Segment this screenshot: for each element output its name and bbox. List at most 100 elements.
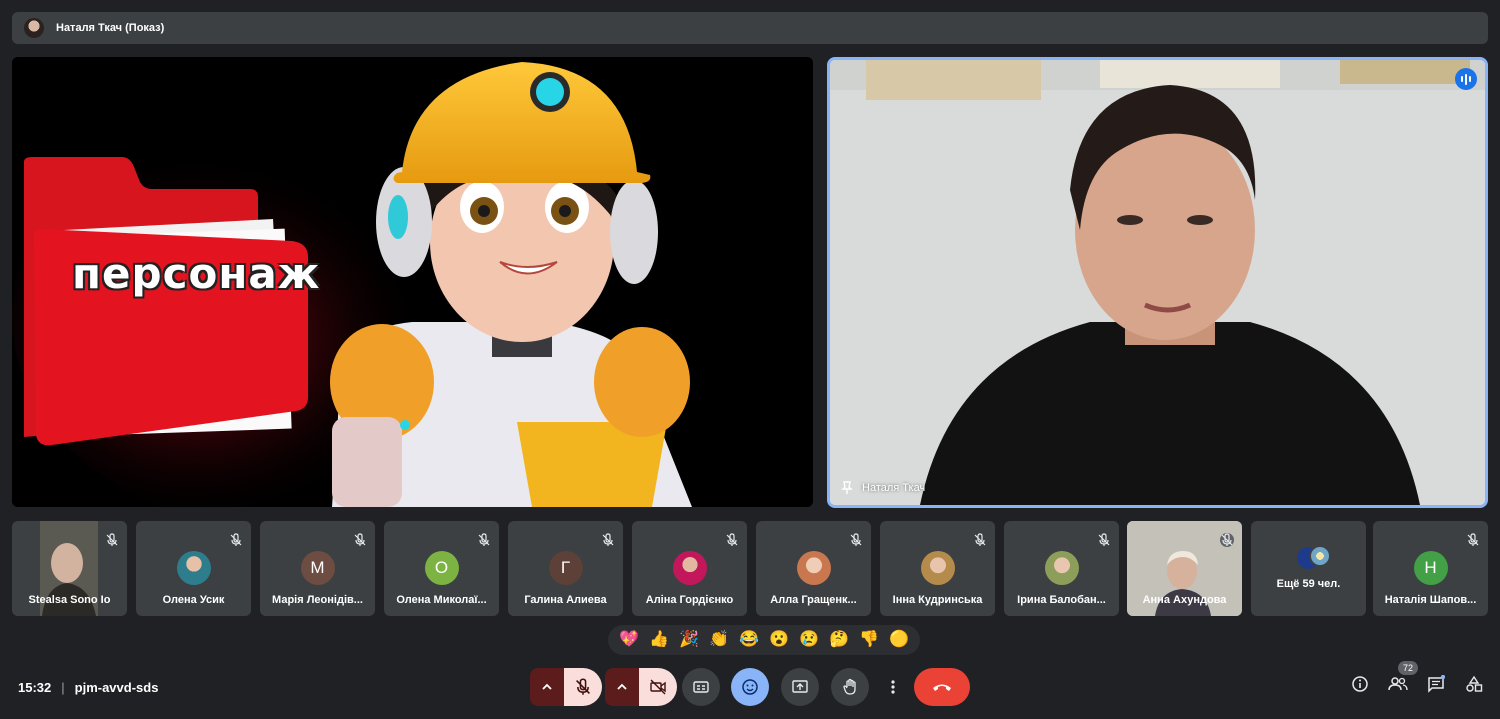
mic-off-icon bbox=[974, 533, 986, 546]
speaker-video bbox=[830, 60, 1485, 505]
participant-tile[interactable]: Н Наталія Шапов... bbox=[1373, 521, 1488, 616]
participant-avatar bbox=[672, 551, 707, 585]
chevron-up-icon bbox=[617, 683, 627, 690]
emoji-button[interactable] bbox=[731, 668, 769, 706]
speaker-name-row: Наталя Ткач bbox=[840, 481, 925, 495]
side-panel-buttons bbox=[1350, 674, 1484, 694]
raise-hand-button[interactable] bbox=[831, 668, 869, 706]
present-button[interactable] bbox=[781, 668, 819, 706]
camera-options-button[interactable] bbox=[605, 668, 639, 706]
participant-tile[interactable]: Ірина Балобан... bbox=[1004, 521, 1119, 616]
participant-name: Алла Гращенк... bbox=[770, 594, 857, 606]
mic-off-icon bbox=[106, 533, 118, 546]
camera-control-group bbox=[605, 668, 677, 706]
activities-icon bbox=[1466, 675, 1483, 692]
presentation-slide[interactable]: персонаж bbox=[12, 57, 813, 507]
participant-avatar: О bbox=[424, 551, 459, 585]
participant-avatar bbox=[176, 551, 211, 585]
participant-name: Ірина Балобан... bbox=[1017, 594, 1106, 606]
mic-off-icon bbox=[850, 533, 862, 546]
presenter-avatar bbox=[24, 18, 44, 38]
mic-options-button[interactable] bbox=[530, 668, 564, 706]
mic-off-icon bbox=[1467, 533, 1479, 546]
meeting-info: 15:32 | pjm-avvd-sds bbox=[18, 680, 158, 695]
people-icon bbox=[1388, 677, 1408, 691]
meeting-details-button[interactable] bbox=[1350, 674, 1370, 694]
participant-name: Наталія Шапов... bbox=[1384, 594, 1477, 606]
participant-tile[interactable]: Олена Усик bbox=[136, 521, 251, 616]
participant-avatar bbox=[920, 551, 955, 585]
participant-name: Марія Леонідів... bbox=[272, 594, 363, 606]
mic-toggle-button[interactable] bbox=[564, 668, 602, 706]
chat-icon bbox=[1428, 675, 1445, 693]
speaker-video-tile[interactable]: Наталя Ткач bbox=[827, 57, 1488, 508]
reaction-heart[interactable]: 💖 bbox=[619, 632, 639, 648]
emoji-icon bbox=[742, 679, 758, 695]
more-avatar-2 bbox=[1309, 545, 1331, 567]
speaking-indicator-icon bbox=[1455, 68, 1477, 90]
meeting-code[interactable]: pjm-avvd-sds bbox=[75, 680, 159, 695]
reaction-thumbs-down[interactable]: 👎 bbox=[859, 632, 879, 648]
pin-icon[interactable] bbox=[840, 481, 854, 495]
participant-tile[interactable]: О Олена Миколаї... bbox=[384, 521, 499, 616]
mic-control-group bbox=[530, 668, 602, 706]
reaction-thinking[interactable]: 🤔 bbox=[829, 632, 849, 648]
reaction-laugh[interactable]: 😂 bbox=[739, 632, 759, 648]
chevron-up-icon bbox=[542, 683, 552, 690]
presenter-label: Наталя Ткач (Показ) bbox=[56, 22, 165, 34]
participant-name: Галина Алиева bbox=[524, 594, 607, 606]
chat-button[interactable] bbox=[1426, 674, 1446, 694]
mic-off-icon bbox=[1098, 533, 1110, 546]
participant-avatar bbox=[1044, 551, 1079, 585]
more-options-button[interactable] bbox=[880, 668, 906, 706]
slide-title: персонаж bbox=[72, 249, 321, 298]
participants-count-badge: 72 bbox=[1398, 661, 1418, 675]
more-participants-label: Ещё 59 чел. bbox=[1276, 578, 1341, 590]
participant-tile[interactable]: Аліна Гордієнко bbox=[632, 521, 747, 616]
end-call-icon bbox=[933, 684, 951, 691]
participant-tile[interactable]: Інна Кудринська bbox=[880, 521, 995, 616]
activities-button[interactable] bbox=[1464, 674, 1484, 694]
people-button[interactable] bbox=[1388, 674, 1408, 694]
leave-call-button[interactable] bbox=[914, 668, 970, 706]
reaction-sad[interactable]: 😢 bbox=[799, 632, 819, 648]
participant-avatar: Г bbox=[548, 551, 583, 585]
speaker-name: Наталя Ткач bbox=[862, 482, 926, 494]
participant-tile[interactable]: Г Галина Алиева bbox=[508, 521, 623, 616]
participant-tile[interactable]: Stealsa Sono Io bbox=[12, 521, 127, 616]
mic-off-icon bbox=[726, 533, 738, 546]
participant-tile[interactable]: М Марія Леонідів... bbox=[260, 521, 375, 616]
clock: 15:32 bbox=[18, 680, 52, 695]
participant-strip: Stealsa Sono Io Олена Усик М Марія Леоні… bbox=[12, 521, 1488, 616]
mic-off-icon bbox=[354, 533, 366, 546]
mic-off-icon bbox=[602, 533, 614, 546]
participant-name: Stealsa Sono Io bbox=[28, 594, 111, 606]
participant-tile[interactable]: Алла Гращенк... bbox=[756, 521, 871, 616]
reaction-thumbs-up[interactable]: 👍 bbox=[649, 632, 669, 648]
reaction-party[interactable]: 🎉 bbox=[679, 632, 699, 648]
participant-avatar: Н bbox=[1413, 551, 1448, 585]
more-participants-tile[interactable]: Ещё 59 чел. bbox=[1251, 521, 1366, 616]
captions-button[interactable] bbox=[682, 668, 720, 706]
mic-off-icon bbox=[1220, 533, 1234, 547]
reaction-clap[interactable]: 👏 bbox=[709, 632, 729, 648]
mic-off-icon bbox=[478, 533, 490, 546]
captions-icon bbox=[693, 681, 709, 693]
camera-toggle-button[interactable] bbox=[639, 668, 677, 706]
present-screen-icon bbox=[792, 680, 808, 693]
participant-name: Анна Ахундова bbox=[1142, 594, 1227, 606]
participant-name: Олена Миколаї... bbox=[396, 594, 487, 606]
more-vert-icon bbox=[891, 680, 895, 694]
reaction-surprised[interactable]: 😮 bbox=[769, 632, 789, 648]
reactions-bar: 💖 👍 🎉 👏 😂 😮 😢 🤔 👎 🟡 bbox=[608, 625, 920, 655]
info-icon bbox=[1352, 676, 1368, 692]
participant-name: Аліна Гордієнко bbox=[645, 594, 734, 606]
mic-off-icon bbox=[230, 533, 242, 546]
mic-off-icon bbox=[576, 678, 590, 695]
separator: | bbox=[61, 680, 65, 695]
hand-icon bbox=[843, 678, 856, 695]
participant-tile[interactable]: Анна Ахундова bbox=[1127, 521, 1242, 616]
participant-name: Інна Кудринська bbox=[892, 594, 983, 606]
control-bar: 15:32 | pjm-avvd-sds 72 bbox=[0, 661, 1500, 710]
reaction-skin-tone[interactable]: 🟡 bbox=[889, 632, 909, 648]
